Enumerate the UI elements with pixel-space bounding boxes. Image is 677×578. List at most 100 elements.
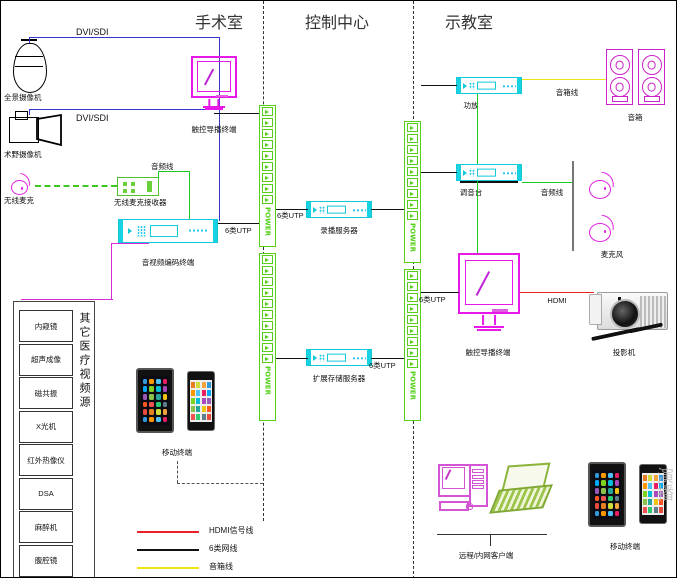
app-icon <box>156 378 161 385</box>
audio-cable-label: 音频线 <box>540 188 564 197</box>
app-icon <box>201 382 206 389</box>
touch-terminal-class-icon <box>458 253 520 331</box>
app-icon <box>594 503 600 509</box>
mobile-tablet-or-icon <box>136 368 174 433</box>
poe-to-amplifier-line <box>421 85 457 86</box>
encoder-to-source-table <box>111 243 112 299</box>
app-icon <box>614 480 620 486</box>
av-encoder-label: 音视频编码终端 <box>141 258 195 267</box>
video-source-item[interactable]: 腹腔镜 <box>19 544 73 577</box>
microphone-lower-icon <box>589 214 623 242</box>
app-icon <box>142 386 148 392</box>
app-icon <box>191 405 195 413</box>
touch-terminal-or-icon <box>191 56 237 110</box>
app-icon <box>156 401 161 408</box>
app-icon <box>149 401 154 408</box>
utp-storage-to-poe2 <box>371 358 407 359</box>
app-icon <box>162 393 168 400</box>
audio-line-rx-riser <box>158 171 159 179</box>
app-icon <box>608 487 613 494</box>
app-icon <box>142 378 148 385</box>
mobile-phone-or-icon <box>187 371 215 431</box>
mobile-or-dash-riser <box>177 461 178 483</box>
video-source-item[interactable]: DSA <box>19 477 73 510</box>
app-icon <box>207 382 211 389</box>
remote-client-bar <box>437 534 547 535</box>
mobile-terminal-class-label: 移动终端 <box>610 542 640 551</box>
dvi-sdi-line-2-riser <box>29 109 30 115</box>
poe-switch-or-upper: POWER <box>259 105 276 247</box>
amplifier-icon <box>456 77 522 94</box>
app-icon <box>196 405 201 413</box>
app-icon <box>142 393 148 400</box>
app-icon <box>149 386 154 392</box>
app-icon <box>643 498 647 506</box>
microphones-label: 麦克风 <box>600 250 624 259</box>
app-icon <box>614 503 620 509</box>
field-camera-label: 术野摄像机 <box>4 150 42 159</box>
zone-title-or: 手术室 <box>194 13 244 32</box>
av-encoder-icon <box>118 219 218 243</box>
utp-record-to-poe2 <box>371 209 407 210</box>
app-icon <box>601 510 606 517</box>
utp-class-label: 6类UTP <box>419 295 446 304</box>
microphone-mount-bar <box>572 161 574 251</box>
mixer-icon <box>456 164 522 181</box>
app-icon <box>207 389 211 397</box>
audio-cable-line <box>522 182 572 183</box>
app-icon <box>601 487 606 494</box>
app-icon <box>614 510 620 517</box>
app-icon <box>156 409 161 415</box>
projector-icon <box>589 284 669 342</box>
hdmi-line <box>520 292 594 293</box>
video-source-item[interactable]: 超声成像 <box>19 343 73 376</box>
app-icon <box>149 416 154 423</box>
app-icon <box>191 382 195 389</box>
video-source-group-label: 其它医疗视频源 <box>78 312 91 410</box>
poe-switch-class-lower: POWER <box>404 269 421 421</box>
app-icon <box>643 475 647 482</box>
app-icon <box>162 386 168 392</box>
speakers-label: 音箱 <box>627 113 643 122</box>
wireless-mic-receiver-icon <box>117 177 159 196</box>
legend-swatch-line <box>137 549 199 551</box>
poe-power-label-3: POWER <box>408 223 417 252</box>
app-icon <box>201 413 206 420</box>
speaker-cable-label: 音箱线 <box>555 88 579 97</box>
source-table-link <box>21 299 113 300</box>
video-source-item[interactable]: 内窥镜 <box>19 310 73 342</box>
video-source-item[interactable]: X光机 <box>19 410 73 443</box>
video-source-item[interactable]: 磁共振 <box>19 377 73 409</box>
hdmi-label: HDMI <box>547 296 567 305</box>
app-icon <box>196 397 201 405</box>
poe-to-mixer-line <box>421 172 457 173</box>
app-icon <box>196 389 201 397</box>
poe-power-label-1: POWER <box>263 207 272 236</box>
remote-desktop-icon <box>438 461 494 513</box>
wireless-mic-icon <box>11 172 41 195</box>
video-source-item[interactable]: 红外热像仪 <box>19 444 73 476</box>
poe-switch-or-lower: POWER <box>259 253 276 421</box>
audio-line-rx-drop <box>189 171 190 221</box>
mobile-or-dash-h <box>177 483 263 484</box>
legend-swatch-line <box>137 567 199 569</box>
remote-laptop-icon <box>489 462 553 514</box>
panoramic-camera-icon <box>13 39 47 93</box>
utp-rec-left-label: 6类UTP <box>277 211 304 220</box>
touch-terminal-or-label: 触控导播终端 <box>191 125 237 134</box>
app-icon <box>191 397 195 405</box>
app-icon <box>142 409 148 415</box>
dvi-sdi-line-1-riser <box>29 37 30 43</box>
app-icon <box>201 397 206 405</box>
app-icon <box>196 382 201 389</box>
speaker-right-icon <box>638 49 665 105</box>
speaker-left-icon <box>606 49 633 105</box>
app-icon <box>207 413 211 420</box>
projector-label: 投影机 <box>612 348 636 357</box>
app-icon <box>659 506 663 513</box>
app-icon <box>162 378 168 385</box>
storage-server-icon <box>306 349 372 366</box>
app-icon <box>653 506 658 513</box>
video-source-item[interactable]: 麻醉机 <box>19 511 73 543</box>
app-icon <box>594 510 600 517</box>
